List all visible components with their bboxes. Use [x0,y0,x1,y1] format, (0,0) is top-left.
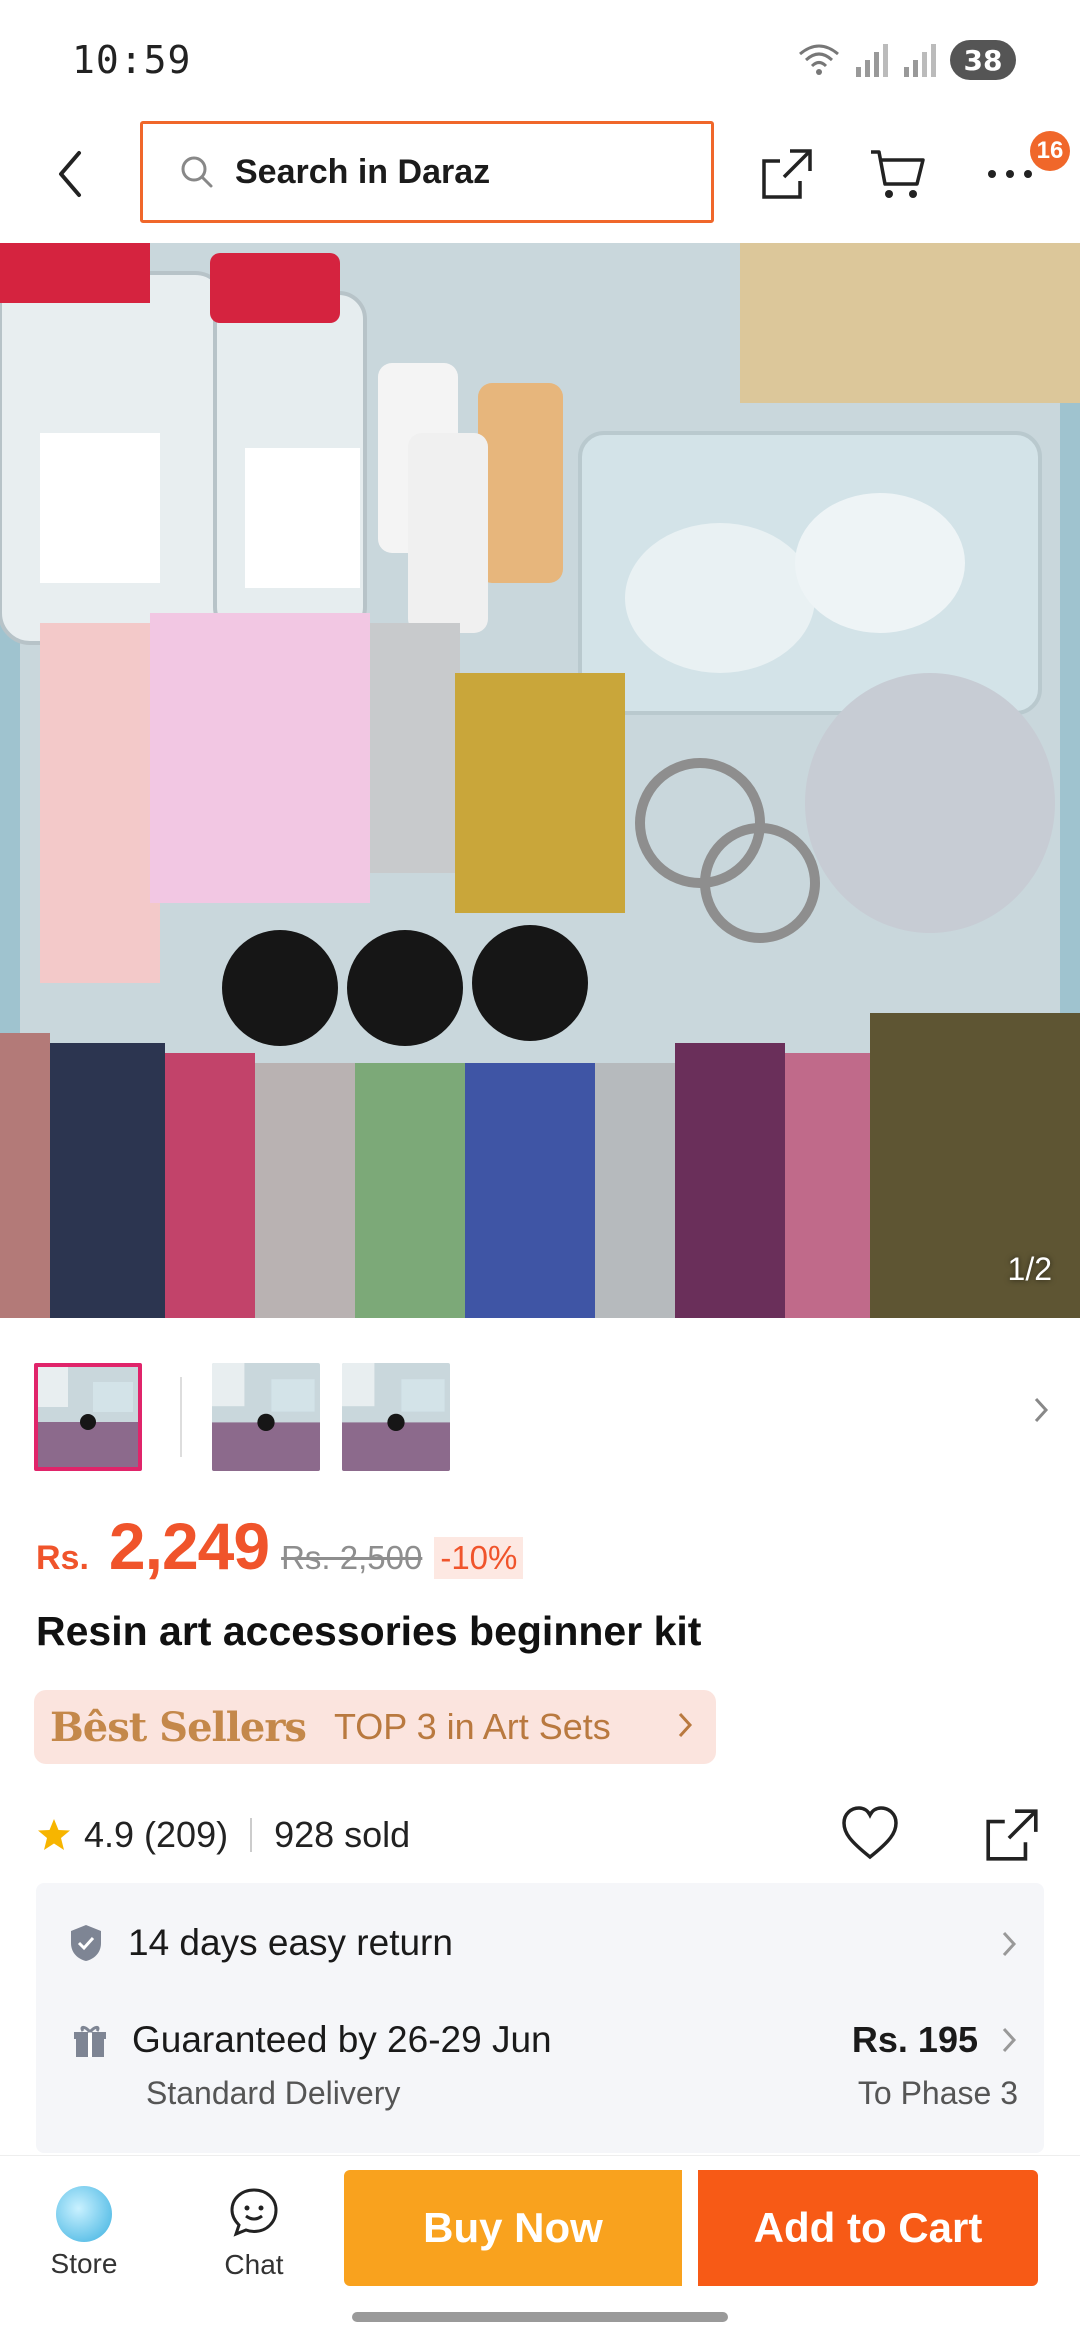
delivery-fee: Rs. 195 [851,2019,978,2060]
status-bar: 10:59 38 [0,0,1080,115]
divider [250,1818,253,1852]
shield-icon [71,1925,101,1961]
thumbnail-3[interactable] [342,1363,450,1471]
store-label: Store [50,2248,118,2279]
chevron-right-icon [1002,2027,1017,2053]
return-policy-row[interactable]: 14 days easy return [68,1913,1018,1973]
chevron-right-icon [678,1712,693,1738]
heart-icon [842,1806,898,1860]
price-row: Rs. 2,249 Rs. 2,500 -10% [36,1508,524,1583]
delivery-type: Standard Delivery [146,2075,401,2111]
product-photo [0,243,1080,1318]
wishlist-button[interactable] [840,1805,900,1866]
product-title: Resin art accessories beginner kit [36,1608,702,1654]
status-time: 10:59 [72,38,192,82]
thumbnail-strip [0,1355,1080,1475]
header: Search in Daraz 16 [0,115,1080,243]
share-icon [986,1809,1038,1861]
chevron-right-icon [1034,1397,1049,1423]
store-icon [56,2186,112,2242]
thumbnail-2[interactable] [212,1363,320,1471]
delivery-destination: To Phase 3 [857,2075,1018,2111]
sold-count: 928 sold [274,1814,411,1855]
delivery-row[interactable]: Guaranteed by 26-29 Jun Standard Deliver… [68,2019,1018,2129]
best-sellers-rank: TOP 3 in Art Sets [333,1706,611,1747]
delivery-icon [74,2025,106,2057]
back-arrow-icon [59,151,81,197]
discount-badge: -10% [434,1537,524,1579]
chevron-right-icon [1002,1931,1017,1957]
share-button[interactable] [752,139,822,209]
currency-label: Rs. [36,1539,89,1577]
return-policy-text: 14 days easy return [128,1922,453,1963]
chat-icon [230,2188,278,2237]
best-sellers-label: Bêst Sellers [50,1703,307,1751]
thumbnail-next-button[interactable] [1032,1395,1050,1430]
thumbnail-1[interactable] [34,1363,142,1471]
signal-icon [856,44,888,77]
back-button[interactable] [40,139,100,209]
current-price: 2,249 [108,1509,270,1583]
status-icons: 38 [796,40,1016,80]
chat-label: Chat [224,2249,284,2280]
search-icon [181,156,213,188]
buy-now-button[interactable]: Buy Now [344,2170,682,2286]
image-counter: 1/2 [1007,1251,1052,1287]
wifi-icon [799,44,839,75]
star-icon [38,1819,70,1850]
signal-icon-2 [904,44,936,77]
product-image[interactable]: 1/2 [0,243,1080,1318]
service-info-card: 14 days easy return Guaranteed by 26-29 … [36,1883,1044,2153]
cart-icon [871,150,925,198]
rating-value[interactable]: 4.9 (209) [84,1814,228,1856]
thumbnail-divider [180,1377,182,1457]
store-button[interactable]: Store [14,2186,154,2280]
search-input[interactable]: Search in Daraz [140,121,714,223]
thumbnail-image [38,1367,138,1467]
rating-row: 4.9 (209) 928 sold [36,1805,1046,1865]
search-placeholder: Search in Daraz [235,152,491,191]
original-price: Rs. 2,500 [281,1539,423,1576]
best-sellers-banner[interactable]: Bêst Sellers TOP 3 in Art Sets [34,1690,716,1764]
thumbnail-image [342,1363,450,1471]
cart-button[interactable] [862,139,932,209]
delivery-guarantee: Guaranteed by 26-29 Jun [132,2019,552,2060]
chat-button[interactable]: Chat [184,2186,324,2281]
home-indicator[interactable] [352,2312,728,2322]
share-icon [762,149,812,199]
thumbnail-image [212,1363,320,1471]
add-to-cart-button[interactable]: Add to Cart [698,2170,1038,2286]
battery-indicator: 38 [950,40,1016,80]
share-product-button[interactable] [982,1805,1042,1870]
cart-badge: 16 [1030,131,1070,171]
more-icon [988,170,1032,178]
